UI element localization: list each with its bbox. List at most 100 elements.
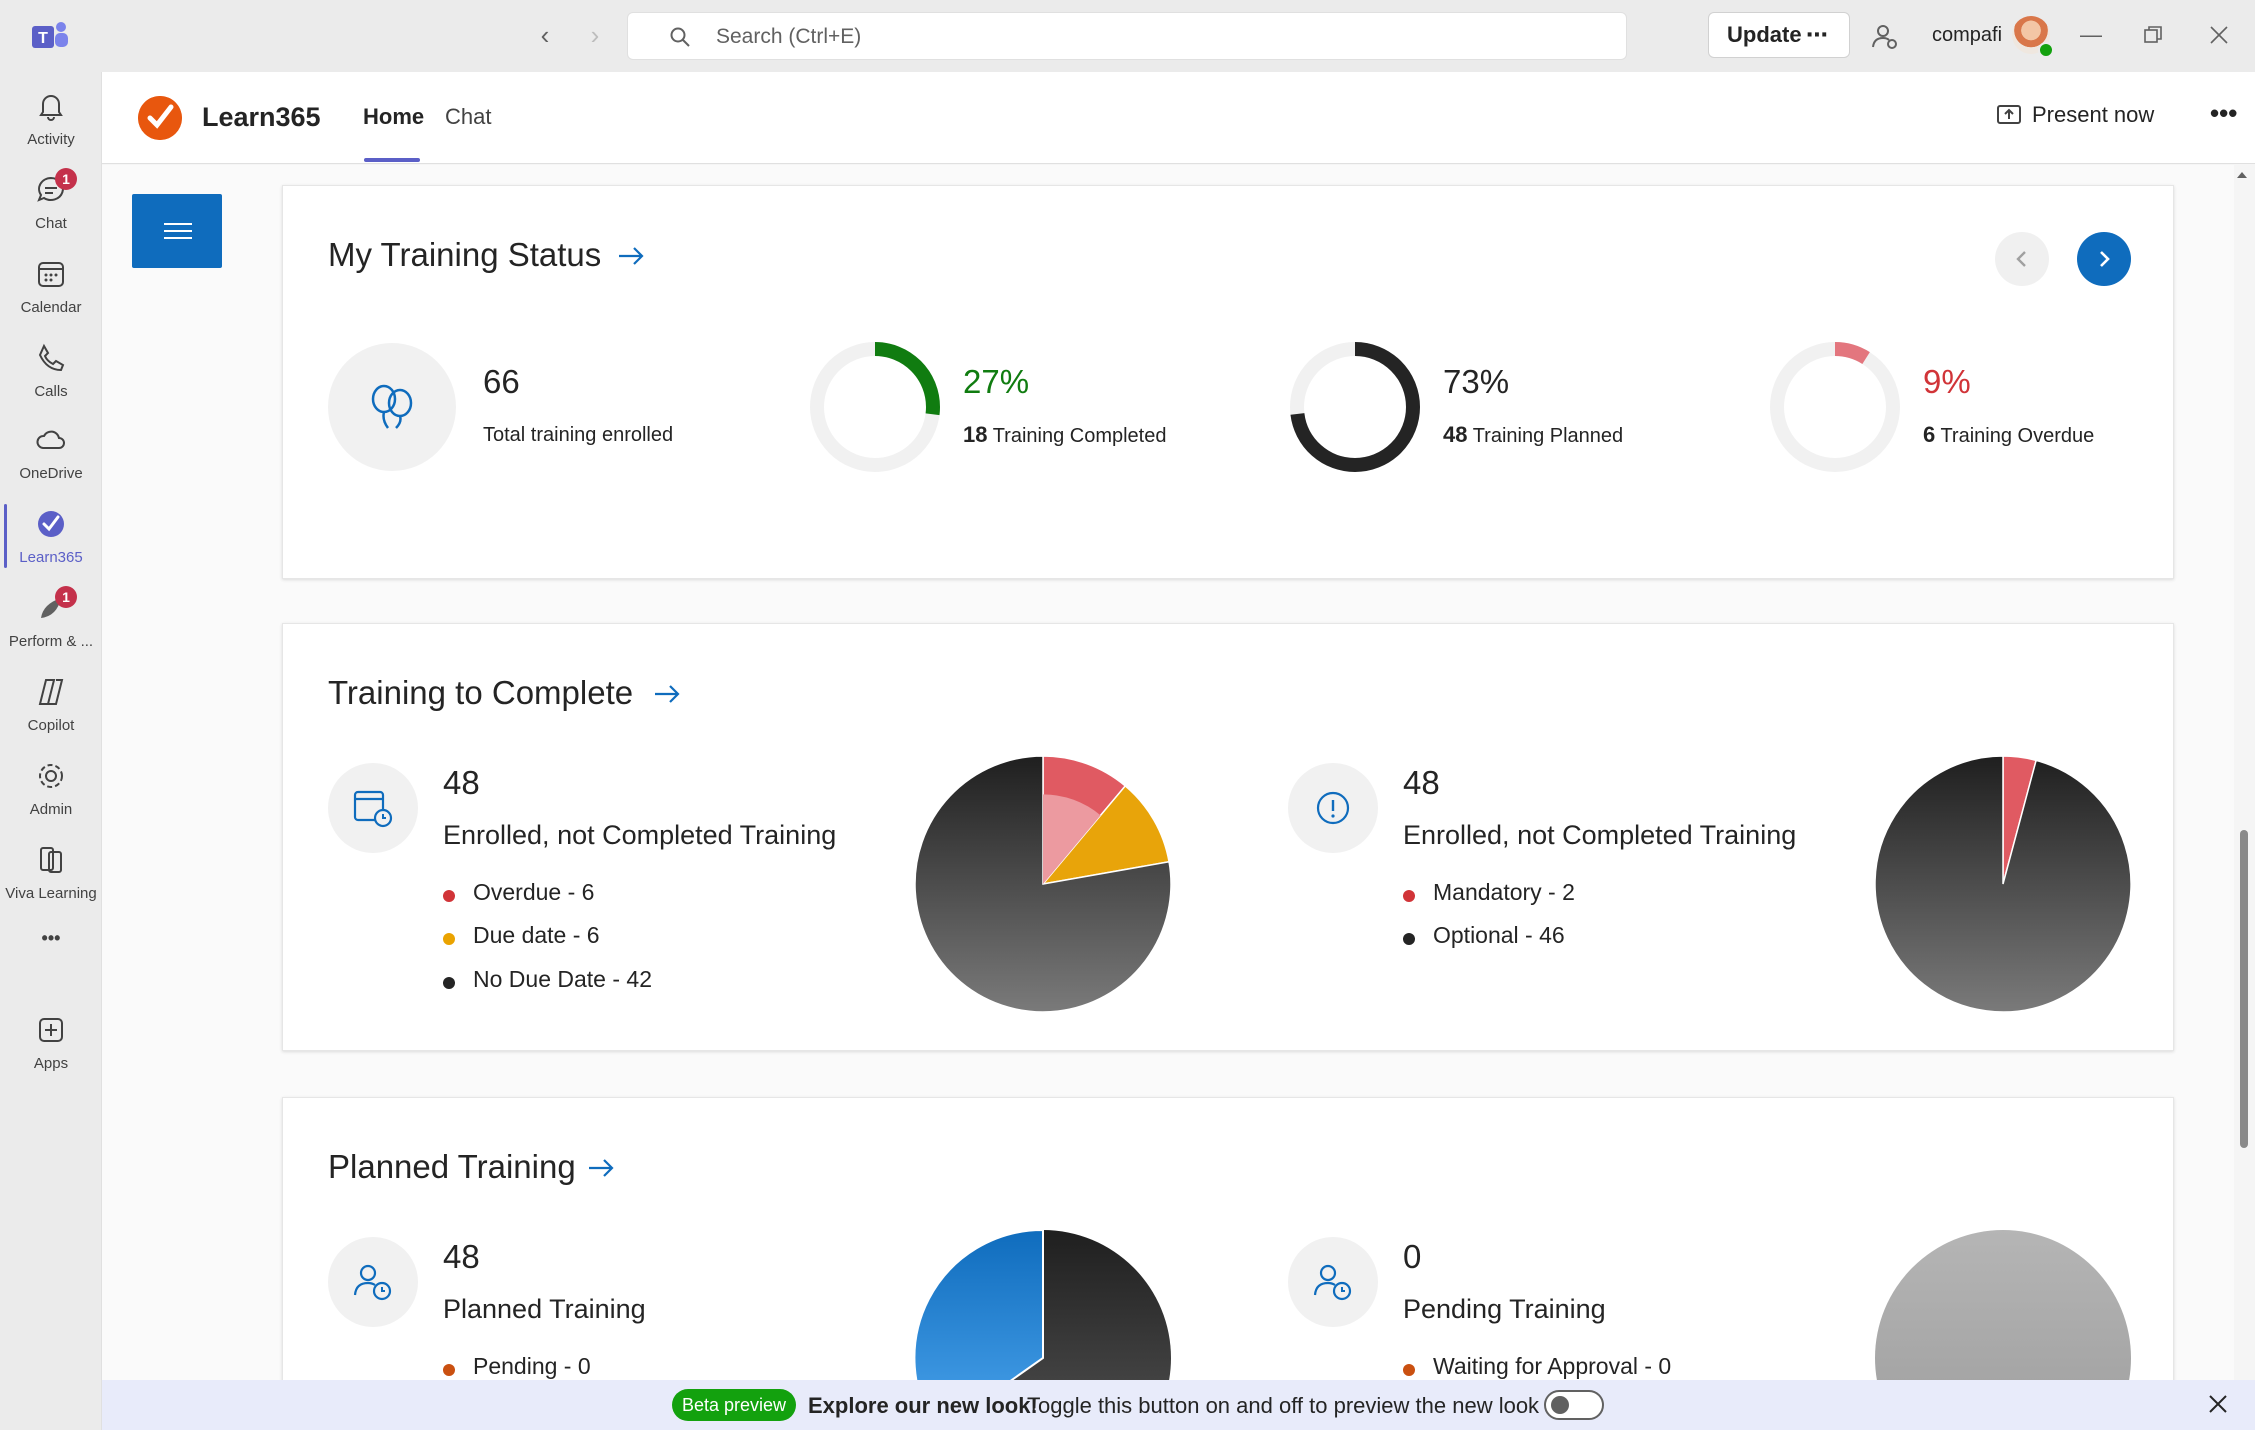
restore-icon[interactable] [2142, 24, 2164, 46]
person-clock-icon [353, 1264, 392, 1301]
toggle-knob [1551, 1396, 1569, 1414]
rail-item-perform[interactable]: 1 Perform & ... [0, 584, 102, 664]
new-look-toggle[interactable] [1544, 1390, 1604, 1420]
pie-slice [913, 1228, 1044, 1380]
rail-item-calendar[interactable]: Calendar [0, 250, 102, 330]
rail-label: Calendar [20, 299, 82, 316]
arrow-right-icon[interactable] [585, 1152, 617, 1184]
pt-right-desc: Pending Training [1403, 1294, 1606, 1324]
chat-badge: 1 [55, 168, 77, 190]
legend-label: Overdue - 6 [473, 879, 595, 905]
banner-headline: Explore our new look! [808, 1393, 1038, 1418]
close-window-icon[interactable] [2208, 24, 2230, 46]
pt-left-desc: Planned Training [443, 1294, 646, 1324]
chevron-left-icon [2016, 251, 2026, 267]
legend-dot [1403, 933, 1415, 945]
legend-label: Waiting for Approval - 0 [1433, 1353, 1672, 1379]
info-icon-circle [1288, 763, 1378, 853]
training-status-card: My Training Status 66 Total training enr… [282, 185, 2174, 579]
user-name[interactable]: compafi [1932, 24, 2002, 47]
legend-dot [443, 1364, 455, 1376]
rail-item-onedrive[interactable]: OneDrive [0, 416, 102, 496]
legend-label: No Due Date - 42 [473, 966, 652, 992]
search-input[interactable] [716, 21, 1596, 53]
overdue-count: 6 [1923, 422, 1936, 447]
completed-text: Training Completed [992, 425, 1167, 447]
present-now-button[interactable]: Present now [1997, 102, 2155, 128]
rail-item-calls[interactable]: Calls [0, 334, 102, 414]
forward-icon[interactable]: › [580, 20, 610, 50]
overdue-text: Training Overdue [1940, 425, 2095, 447]
card-title: Planned Training [328, 1148, 576, 1185]
rail-item-admin[interactable]: Admin [0, 752, 102, 832]
planned-text: Training Planned [1472, 425, 1624, 447]
overdue-percent: 9% [1923, 363, 1971, 400]
hamburger-line [164, 237, 192, 239]
legend-dot [443, 977, 455, 989]
update-more-icon: ⋯ [1806, 22, 1829, 47]
rail-label: Chat [35, 215, 67, 232]
search-box[interactable] [627, 12, 1627, 60]
donut-track [1770, 342, 1900, 472]
rail-item-more[interactable]: ••• [0, 922, 102, 962]
teams-logo-icon[interactable]: T [30, 18, 70, 54]
rail-item-copilot[interactable]: Copilot [0, 668, 102, 748]
update-button[interactable]: Update ⋯ [1708, 12, 1850, 58]
ttc-left-desc: Enrolled, not Completed Training [443, 820, 837, 850]
rail-item-apps[interactable]: Apps [0, 1006, 102, 1086]
search-icon [670, 27, 690, 47]
legend-dot [1403, 1364, 1415, 1376]
person-clock-icon [1313, 1264, 1352, 1301]
legend-dot [1403, 890, 1415, 902]
arrow-right-icon[interactable] [615, 240, 647, 272]
overdue-label: 6 Training Overdue [1923, 422, 2094, 448]
training-to-complete-card: Training to Complete 48 Enrolled, not Co… [282, 623, 2174, 1051]
rail-item-chat[interactable]: 1 Chat [0, 166, 102, 246]
hamburger-line [164, 223, 192, 225]
minimize-icon[interactable]: — [2076, 20, 2106, 50]
menu-button[interactable] [132, 194, 222, 268]
perform-badge: 1 [55, 586, 77, 608]
rail-item-learn365[interactable]: Learn365 [0, 500, 102, 580]
banner-text: Toggle this button on and off to preview… [1027, 1393, 1540, 1418]
ttc-right-desc: Enrolled, not Completed Training [1403, 820, 1797, 850]
overdue-donut [1770, 342, 1900, 472]
rail-label: Copilot [27, 717, 75, 734]
calendar-icon [38, 262, 64, 287]
arrow-right-icon[interactable] [651, 678, 683, 710]
rail-label: Viva Learning [5, 885, 97, 902]
tab-home[interactable]: Home [363, 104, 424, 130]
ttc-left-value: 48 [443, 764, 480, 801]
main-content: My Training Status 66 Total training enr… [102, 165, 2234, 1380]
next-page-button[interactable] [2077, 232, 2131, 286]
scroll-up-icon[interactable] [2235, 168, 2249, 182]
balloons-icon [371, 384, 413, 429]
pt-left-value: 48 [443, 1238, 480, 1275]
legend-label: Mandatory - 2 [1433, 879, 1575, 905]
rail-label: Perform & ... [8, 633, 94, 650]
calendar-clock-icon [353, 790, 393, 828]
rail-item-activity[interactable]: Activity [0, 82, 102, 162]
completed-donut [810, 342, 940, 472]
scrollbar-thumb[interactable] [2240, 830, 2248, 1148]
rail-label: Calls [34, 383, 68, 400]
rail-label: Apps [33, 1055, 69, 1072]
update-label: Update [1727, 22, 1802, 47]
rail-label: Learn365 [19, 549, 83, 566]
header-more-icon[interactable]: ••• [2210, 98, 2237, 129]
avatar[interactable] [2012, 16, 2054, 58]
rail-item-viva-learning[interactable]: Viva Learning [0, 836, 102, 916]
close-icon[interactable] [2204, 1390, 2232, 1418]
previous-page-button[interactable] [1995, 232, 2049, 286]
legend-label: Due date - 6 [473, 922, 600, 948]
completed-label: 18 Training Completed [963, 422, 1166, 448]
back-icon[interactable]: ‹ [530, 20, 560, 50]
card-title: Training to Complete [328, 674, 634, 711]
app-name: Learn365 [202, 102, 321, 132]
present-now-label: Present now [2032, 102, 2155, 127]
tab-chat[interactable]: Chat [445, 104, 491, 130]
people-settings-icon[interactable] [1870, 22, 1900, 52]
active-tab-indicator [364, 158, 420, 162]
more-icon: ••• [41, 928, 61, 948]
legend-label: Pending - 0 [473, 1353, 591, 1379]
